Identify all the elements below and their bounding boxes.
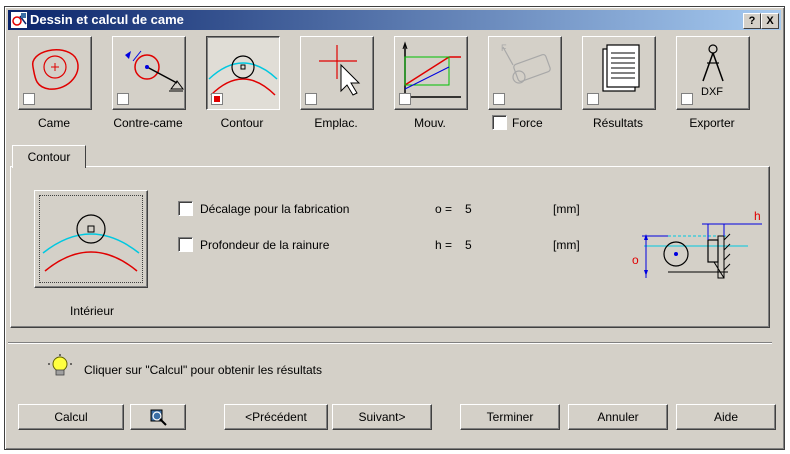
tool-contour-label: Contour xyxy=(220,116,264,130)
profondeur-value: 5 xyxy=(465,238,472,252)
hint-text: Cliquer sur "Calcul" pour obtenir les ré… xyxy=(84,363,322,377)
interieur-label: Intérieur xyxy=(70,304,115,318)
tool-resultats-button[interactable] xyxy=(582,36,656,110)
tool-resultats-check xyxy=(587,93,599,105)
separator xyxy=(8,342,772,344)
diagram-h-label: h xyxy=(754,209,761,223)
tool-emplac-button[interactable] xyxy=(300,36,374,110)
tool-exporter-label: Exporter xyxy=(689,116,735,130)
zoom-button[interactable] xyxy=(130,404,186,430)
tool-came-label: Came xyxy=(37,116,70,130)
profondeur-unit: [mm] xyxy=(553,238,580,252)
finish-button[interactable]: Terminer xyxy=(460,404,560,430)
cancel-button[interactable]: Annuler xyxy=(568,404,668,430)
profondeur-label: Profondeur de la rainure xyxy=(200,238,330,252)
decalage-value: 5 xyxy=(465,202,472,216)
magnifier-icon xyxy=(150,409,167,426)
groove-diagram: h o xyxy=(632,209,762,279)
profondeur-checkbox[interactable] xyxy=(178,237,193,252)
tool-came-check xyxy=(23,93,35,105)
tool-resultats-label: Résultats xyxy=(592,116,644,130)
title-bar[interactable]: Dessin et calcul de came ? X xyxy=(8,10,781,30)
tool-contour-button[interactable] xyxy=(206,36,280,110)
app-icon xyxy=(11,12,27,28)
interior-contour-icon xyxy=(42,214,140,272)
calcul-button[interactable]: Calcul xyxy=(18,404,124,430)
tool-contre-came-label: Contre-came xyxy=(113,116,183,130)
tool-exporter-check xyxy=(681,93,693,105)
tool-exporter-button[interactable]: DXF xyxy=(676,36,750,110)
help-button[interactable]: Aide xyxy=(676,404,776,430)
tool-contre-came-check xyxy=(117,93,129,105)
diagram-o-label: o xyxy=(632,253,639,267)
decalage-var: o = xyxy=(435,202,453,216)
close-title-button[interactable]: X xyxy=(761,13,779,29)
previous-button[interactable]: <Précédent xyxy=(224,404,328,430)
decalage-unit: [mm] xyxy=(553,202,580,216)
svg-text:F: F xyxy=(501,43,507,53)
tool-contour-check xyxy=(211,93,223,105)
tool-mouv-label: Mouv. xyxy=(414,116,446,130)
tool-force-label: Force xyxy=(512,116,543,130)
decalage-label: Décalage pour la fabrication xyxy=(200,202,350,216)
decalage-checkbox[interactable] xyxy=(178,201,193,216)
window-title: Dessin et calcul de came xyxy=(30,12,184,27)
tool-mouv-check xyxy=(399,93,411,105)
tool-force-button[interactable]: F xyxy=(488,36,562,110)
tool-force-check xyxy=(493,93,505,105)
profondeur-var: h = xyxy=(435,238,453,252)
lightbulb-icon xyxy=(48,354,72,376)
tool-emplac-check xyxy=(305,93,317,105)
dxf-label: DXF xyxy=(701,86,723,98)
tab-contour[interactable]: Contour xyxy=(12,145,86,168)
tool-mouv-button[interactable] xyxy=(394,36,468,110)
tool-came-button[interactable] xyxy=(18,36,92,110)
tool-emplac-label: Emplac. xyxy=(314,116,358,130)
next-button[interactable]: Suivant> xyxy=(332,404,432,430)
help-title-button[interactable]: ? xyxy=(743,13,761,29)
interieur-button[interactable] xyxy=(34,190,148,288)
force-checkbox[interactable] xyxy=(492,115,507,130)
tool-contre-came-button[interactable] xyxy=(112,36,186,110)
